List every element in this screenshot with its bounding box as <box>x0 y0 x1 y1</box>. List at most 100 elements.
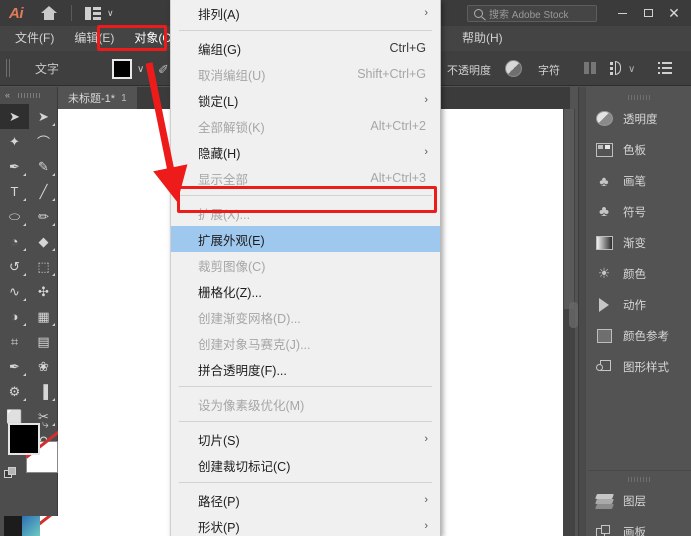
magic-wand-tool[interactable]: ✦ <box>0 129 29 154</box>
pen-tool[interactable]: ✒ <box>0 154 29 179</box>
arrange-documents-icon[interactable] <box>85 7 101 20</box>
panel-collapse-handle[interactable] <box>569 302 578 328</box>
submenu-arrow-icon: › <box>424 494 428 506</box>
menu-item-shortcut: Ctrl+G <box>390 41 426 55</box>
menu-item-shortcut: Shift+Ctrl+G <box>357 67 426 81</box>
align-icon[interactable] <box>584 62 598 74</box>
menu-help[interactable]: 帮助(H) <box>452 26 513 51</box>
eraser-tool[interactable]: ◆ <box>29 229 58 254</box>
chevron-down-icon[interactable]: ∨ <box>137 64 144 75</box>
submenu-arrow-icon: › <box>424 146 428 158</box>
dock-item-transparency[interactable]: 透明度 <box>588 103 691 134</box>
menu-item[interactable]: 切片(S)› <box>171 426 440 452</box>
perspective-grid-tool[interactable]: ▦ <box>29 304 58 329</box>
paragraph-icon[interactable] <box>610 61 624 75</box>
character-label[interactable]: 字符 <box>538 62 560 78</box>
dock-item-swatches[interactable]: 色板 <box>588 134 691 165</box>
menu-item[interactable]: 排列(A)› <box>171 0 440 26</box>
line-segment-tool[interactable]: ╱ <box>29 179 58 204</box>
mesh-tool[interactable]: ⌗ <box>0 329 29 354</box>
tools-panel: « ➤➤✦⌒✒✎T╱⬭✏◔◆↺⬚∿✣◑▦⌗▤✒❀⚙▐⬜✂✋⚲ ⤷ <box>0 87 58 536</box>
document-tab[interactable]: 未标题-1* 1 <box>58 87 137 109</box>
menu-item[interactable]: 锁定(L)› <box>171 87 440 113</box>
type-tool[interactable]: T <box>0 179 29 204</box>
brush-icon[interactable]: ✐ <box>158 62 169 78</box>
curvature-tool[interactable]: ✎ <box>29 154 58 179</box>
dock-item-label: 动作 <box>623 297 646 313</box>
close-button[interactable]: ✕ <box>661 3 687 23</box>
dock-item-symbols[interactable]: ♣符号 <box>588 196 691 227</box>
free-transform-tool[interactable]: ✣ <box>29 279 58 304</box>
scale-tool[interactable]: ⬚ <box>29 254 58 279</box>
column-graph-tool[interactable]: ▐ <box>29 379 58 404</box>
flyout-triangle-icon <box>52 273 55 276</box>
eyedropper-tool[interactable]: ✒ <box>0 354 29 379</box>
menu-edit[interactable]: 编辑(E) <box>64 26 124 51</box>
dock-group-grip[interactable] <box>628 477 652 482</box>
dock-item-brushes[interactable]: ♣画笔 <box>588 165 691 196</box>
home-icon[interactable] <box>41 6 57 20</box>
collapse-panel-icon[interactable]: « <box>5 90 9 100</box>
pen-tool-icon: ✒ <box>9 159 20 175</box>
direct-selection-tool[interactable]: ➤ <box>29 104 58 129</box>
gradient-tool[interactable]: ▤ <box>29 329 58 354</box>
chevron-down-icon[interactable]: ∨ <box>628 64 635 75</box>
dock-item-gradient[interactable]: 渐变 <box>588 227 691 258</box>
dock-item-artboards[interactable]: 画板 <box>588 516 691 536</box>
options-bar-grip[interactable] <box>6 59 11 77</box>
tool-name-label: 文字 <box>35 60 59 77</box>
ellipse-tool[interactable]: ⬭ <box>0 204 29 229</box>
dock-group-grip[interactable] <box>628 95 652 100</box>
flyout-triangle-icon <box>23 223 26 226</box>
menu-item[interactable]: 路径(P)› <box>171 487 440 513</box>
lasso-tool[interactable]: ⌒ <box>29 129 58 154</box>
dock-item-layers[interactable]: 图层 <box>588 485 691 516</box>
blend-tool[interactable]: ❀ <box>29 354 58 379</box>
menu-item-label: 栅格化(Z)... <box>198 282 262 301</box>
menu-item[interactable]: 拼合透明度(F)... <box>171 356 440 382</box>
dock-group-primary: 透明度色板♣画笔♣符号渐变☀颜色动作颜色参考图形样式 <box>588 95 691 382</box>
menu-item[interactable]: 形状(P)› <box>171 513 440 536</box>
rotate-tool[interactable]: ↺ <box>0 254 29 279</box>
dock-item-color[interactable]: ☀颜色 <box>588 258 691 289</box>
opacity-label[interactable]: 不透明度 <box>447 62 491 78</box>
tools-panel-grip[interactable] <box>18 93 40 98</box>
search-icon <box>474 9 483 18</box>
scrollbar-thumb[interactable] <box>564 109 574 309</box>
paintbrush-tool[interactable]: ✏ <box>29 204 58 229</box>
swap-fill-stroke-icon[interactable]: ⤷ <box>42 417 49 432</box>
list-icon[interactable] <box>658 62 672 74</box>
menu-item[interactable]: 编组(G)Ctrl+G <box>171 35 440 61</box>
fill-color-swatch[interactable] <box>112 59 132 79</box>
flyout-triangle-icon <box>23 323 26 326</box>
menu-item[interactable]: 隐藏(H)› <box>171 139 440 165</box>
none-button[interactable] <box>40 516 58 536</box>
menu-item[interactable]: 创建裁切标记(C) <box>171 452 440 478</box>
maximize-button[interactable] <box>635 3 661 23</box>
shaper-tool[interactable]: ◔ <box>0 229 29 254</box>
opacity-ball-icon[interactable] <box>505 60 522 77</box>
dock-item-color-guide[interactable]: 颜色参考 <box>588 320 691 351</box>
default-fill-stroke-icon[interactable] <box>4 467 16 479</box>
chevron-down-icon[interactable]: ∨ <box>107 9 114 18</box>
minimize-button[interactable] <box>609 3 635 23</box>
selection-tool[interactable]: ➤ <box>0 104 29 129</box>
width-tool[interactable]: ∿ <box>0 279 29 304</box>
menu-item[interactable]: 扩展外观(E) <box>171 226 440 252</box>
menu-item: 创建对象马赛克(J)... <box>171 330 440 356</box>
menu-item: 全部解锁(K)Alt+Ctrl+2 <box>171 113 440 139</box>
dock-item-actions[interactable]: 动作 <box>588 289 691 320</box>
shape-builder-tool[interactable]: ◑ <box>0 304 29 329</box>
flyout-triangle-icon <box>52 173 55 176</box>
menu-item[interactable]: 栅格化(Z)... <box>171 278 440 304</box>
flyout-triangle-icon <box>23 273 26 276</box>
adobe-stock-search[interactable]: 搜索 Adobe Stock <box>467 5 597 22</box>
menu-file[interactable]: 文件(F) <box>5 26 64 51</box>
dock-item-graphic-styles[interactable]: 图形样式 <box>588 351 691 382</box>
menu-item-label: 裁剪图像(C) <box>198 256 265 275</box>
symbol-sprayer-tool[interactable]: ⚙ <box>0 379 29 404</box>
fill-color-swatch[interactable] <box>8 423 40 455</box>
gradient-button[interactable] <box>22 516 40 536</box>
gradient-tool-icon: ▤ <box>37 334 49 350</box>
color-button[interactable] <box>4 516 22 536</box>
